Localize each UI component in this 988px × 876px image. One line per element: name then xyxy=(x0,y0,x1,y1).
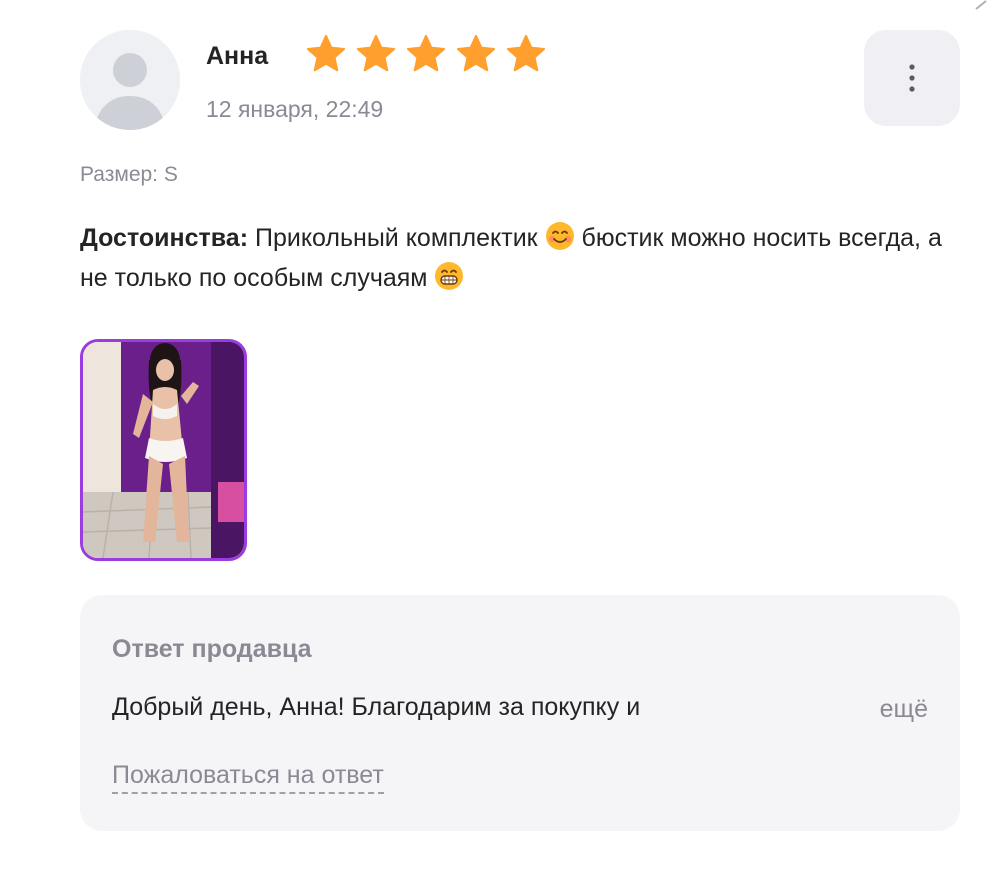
pros-text-part-1: Прикольный комплектик xyxy=(254,224,538,252)
star-icon xyxy=(506,34,546,72)
more-options-button[interactable] xyxy=(864,30,960,126)
star-icon xyxy=(306,34,346,72)
review-pros: Достоинства: Прикольный комплектик бюсти… xyxy=(80,218,960,298)
avatar xyxy=(80,30,180,130)
star-icon xyxy=(356,34,396,72)
review-date: 12 января, 22:49 xyxy=(206,96,384,122)
grinning-face-with-teeth-icon xyxy=(435,262,464,290)
rating-stars xyxy=(304,32,548,76)
more-vertical-icon xyxy=(909,64,915,92)
smiling-face-with-smiling-eyes-icon xyxy=(545,222,574,250)
review-photo xyxy=(83,342,244,558)
reply-more-link[interactable]: ещё xyxy=(880,695,928,724)
complain-reply-link[interactable]: Пожаловаться на ответ xyxy=(112,761,384,794)
star-icon xyxy=(456,34,496,72)
size-label: Размер: S xyxy=(80,163,178,186)
seller-reply: Ответ продавца Добрый день, Анна! Благод… xyxy=(80,595,960,831)
review-photo-thumbnail[interactable] xyxy=(80,339,247,561)
pros-label: Достоинства: xyxy=(80,224,249,252)
corner-arrow-icon xyxy=(975,0,987,10)
seller-reply-text: Добрый день, Анна! Благодарим за покупку… xyxy=(112,693,641,721)
author-name: Анна xyxy=(206,42,269,70)
star-icon xyxy=(406,34,446,72)
review-card: Анна 12 января, 22:49 Размер: S Достоинс… xyxy=(80,30,960,850)
avatar-placeholder-icon xyxy=(80,30,180,130)
seller-reply-title: Ответ продавца xyxy=(112,635,312,663)
